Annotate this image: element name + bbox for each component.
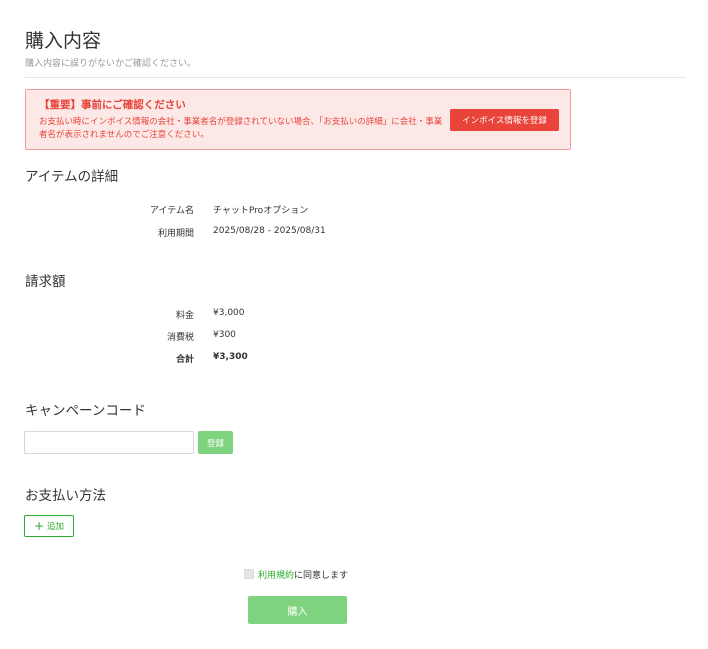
item-name-label: アイテム名 [149,206,194,216]
plus-icon: + [33,519,45,533]
total-value: ¥3,300 [213,352,248,362]
terms-agree-text: に同意します [294,571,349,581]
campaign-title: キャンペーンコード [25,403,146,419]
item-name-value: チャットProオプション [213,206,309,216]
terms-link[interactable]: 利用規約 [258,571,294,581]
page-subtitle: 購入内容に誤りがないかご確認ください。 [25,59,197,69]
page-title: 購入内容 [25,30,102,52]
terms-text: 利用規約に同意します [258,568,348,581]
add-payment-label: 追加 [47,522,65,532]
payment-title: お支払い方法 [25,488,106,504]
total-label: 合計 [175,355,194,365]
usage-period-label: 利用期間 [157,229,194,239]
alert-body: お支払い時にインボイス情報の会社・事業者名が登録されていない場合、「お支払いの詳… [39,117,443,140]
add-payment-button[interactable]: + 追加 [24,515,74,537]
billing-title: 請求額 [25,274,66,290]
usage-period-value: 2025/08/28 - 2025/08/31 [213,226,326,236]
campaign-code-input[interactable] [24,431,194,454]
important-alert: 【重要】事前にご確認ください お支払い時にインボイス情報の会社・事業者名が登録さ… [25,89,571,150]
purchase-page: 購入内容 購入内容に誤りがないかご確認ください。 【重要】事前にご確認ください … [0,0,708,649]
item-details-title: アイテムの詳細 [25,169,119,185]
fee-value: ¥3,000 [213,308,245,318]
alert-title: 【重要】事前にご確認ください [39,99,186,111]
fee-label: 料金 [175,311,194,321]
terms-checkbox[interactable] [244,569,254,579]
tax-label: 消費税 [166,333,194,343]
register-invoice-button[interactable]: インボイス情報を登録 [450,109,559,131]
purchase-button[interactable]: 購入 [248,596,347,624]
campaign-register-button[interactable]: 登録 [198,431,233,454]
tax-value: ¥300 [213,330,236,340]
header-divider [25,77,686,78]
